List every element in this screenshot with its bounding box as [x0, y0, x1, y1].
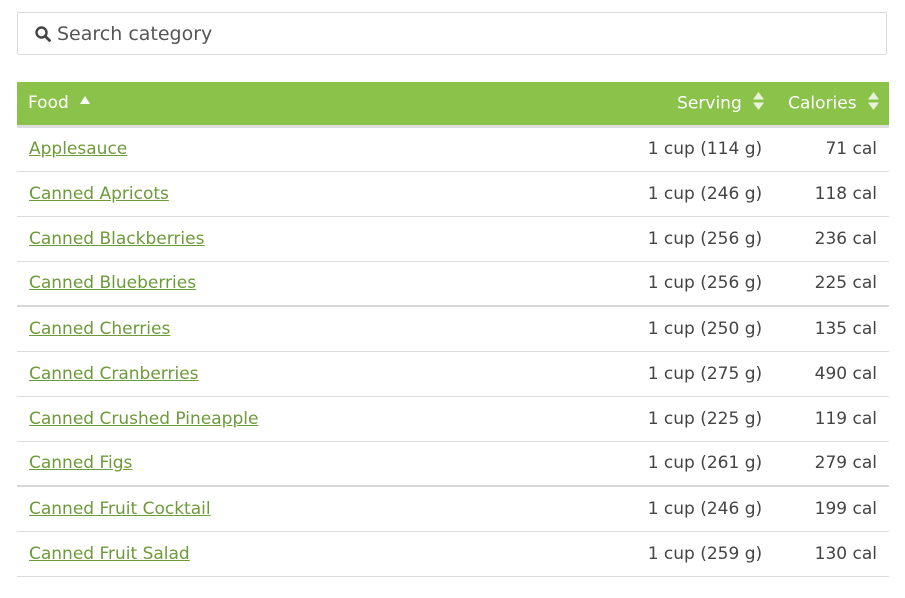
column-header-calories[interactable]: Calories: [776, 82, 889, 128]
food-cell: Canned Apricots: [17, 171, 271, 217]
serving-cell: 1 cup (261 g): [635, 441, 777, 487]
serving-cell: 1 cup (259 g): [635, 531, 777, 577]
table-row: Canned Fruit Salad 1 cup (259 g) 130 cal: [17, 531, 889, 577]
table-row: Applesauce 1 cup (114 g) 71 cal: [17, 126, 889, 172]
calories-cell: 135 cal: [776, 306, 889, 352]
food-table: Food Serving Calories Applesauce 1 cup (1…: [17, 82, 889, 577]
food-cell: Canned Cherries: [17, 306, 271, 352]
food-link[interactable]: Canned Apricots: [29, 184, 169, 204]
table-row: Canned Blueberries 1 cup (256 g) 225 cal: [17, 261, 889, 307]
table-row: Canned Cranberries 1 cup (275 g) 490 cal: [17, 351, 889, 397]
table-row: Canned Fruit Cocktail 1 cup (246 g) 199 ca…: [17, 486, 889, 532]
serving-cell: 1 cup (246 g): [635, 486, 777, 532]
serving-cell: 1 cup (250 g): [635, 306, 777, 352]
spacer-cell: [270, 486, 636, 532]
calories-cell: 71 cal: [776, 126, 889, 172]
food-cell: Canned Crushed Pineapple: [17, 396, 271, 442]
search-icon: [34, 25, 52, 43]
food-link[interactable]: Canned Figs: [29, 453, 132, 473]
serving-cell: 1 cup (256 g): [635, 216, 777, 262]
table-row: Canned Figs 1 cup (261 g) 279 cal: [17, 441, 889, 487]
food-cell: Canned Blackberries: [17, 216, 271, 262]
spacer-cell: [270, 171, 636, 217]
calories-cell: 199 cal: [776, 486, 889, 532]
serving-cell: 1 cup (256 g): [635, 261, 777, 307]
food-link[interactable]: Canned Blackberries: [29, 229, 204, 249]
column-header-serving[interactable]: Serving: [635, 82, 777, 128]
spacer-cell: [270, 396, 636, 442]
calories-cell: 118 cal: [776, 171, 889, 217]
food-cell: Applesauce: [17, 126, 271, 172]
serving-cell: 1 cup (246 g): [635, 171, 777, 217]
spacer-cell: [270, 306, 636, 352]
column-header-food[interactable]: Food: [17, 82, 271, 128]
sort-ascending-icon: [80, 89, 91, 109]
calories-cell: 130 cal: [776, 531, 889, 577]
calories-cell: 225 cal: [776, 261, 889, 307]
serving-cell: 1 cup (225 g): [635, 396, 777, 442]
calories-cell: 490 cal: [776, 351, 889, 397]
sort-both-icon: [868, 91, 879, 115]
food-cell: Canned Fruit Salad: [17, 531, 271, 577]
serving-cell: 1 cup (114 g): [635, 126, 777, 172]
calories-cell: 279 cal: [776, 441, 889, 487]
table-row: Canned Cherries 1 cup (250 g) 135 cal: [17, 306, 889, 352]
food-link[interactable]: Canned Fruit Cocktail: [29, 499, 211, 519]
sort-both-icon: [753, 91, 765, 115]
spacer-cell: [270, 216, 636, 262]
column-header-label: Food: [28, 93, 69, 114]
food-link[interactable]: Applesauce: [29, 139, 127, 159]
food-link[interactable]: Canned Fruit Salad: [29, 544, 190, 564]
food-cell: Canned Figs: [17, 441, 271, 487]
food-link[interactable]: Canned Blueberries: [29, 273, 196, 293]
spacer-cell: [270, 351, 636, 397]
spacer-cell: [270, 126, 636, 172]
food-link[interactable]: Canned Cherries: [29, 319, 170, 339]
column-header-label: Calories: [788, 93, 857, 114]
food-cell: Canned Blueberries: [17, 261, 271, 307]
spacer-cell: [270, 441, 636, 487]
table-row: Canned Crushed Pineapple 1 cup (225 g) 119…: [17, 396, 889, 442]
search-box[interactable]: [17, 12, 887, 55]
food-link[interactable]: Canned Cranberries: [29, 364, 199, 384]
table-row: Canned Blackberries 1 cup (256 g) 236 cal: [17, 216, 889, 262]
serving-cell: 1 cup (275 g): [635, 351, 777, 397]
calories-cell: 236 cal: [776, 216, 889, 262]
food-cell: Canned Fruit Cocktail: [17, 486, 271, 532]
table-row: Canned Apricots 1 cup (246 g) 118 cal: [17, 171, 889, 217]
food-cell: Canned Cranberries: [17, 351, 271, 397]
header-row: Food Serving Calories: [17, 82, 889, 128]
search-input[interactable]: [57, 22, 837, 45]
spacer-cell: [270, 531, 636, 577]
spacer-cell: [270, 261, 636, 307]
food-link[interactable]: Canned Crushed Pineapple: [29, 409, 258, 429]
column-header-label: Serving: [677, 93, 742, 114]
calories-cell: 119 cal: [776, 396, 889, 442]
